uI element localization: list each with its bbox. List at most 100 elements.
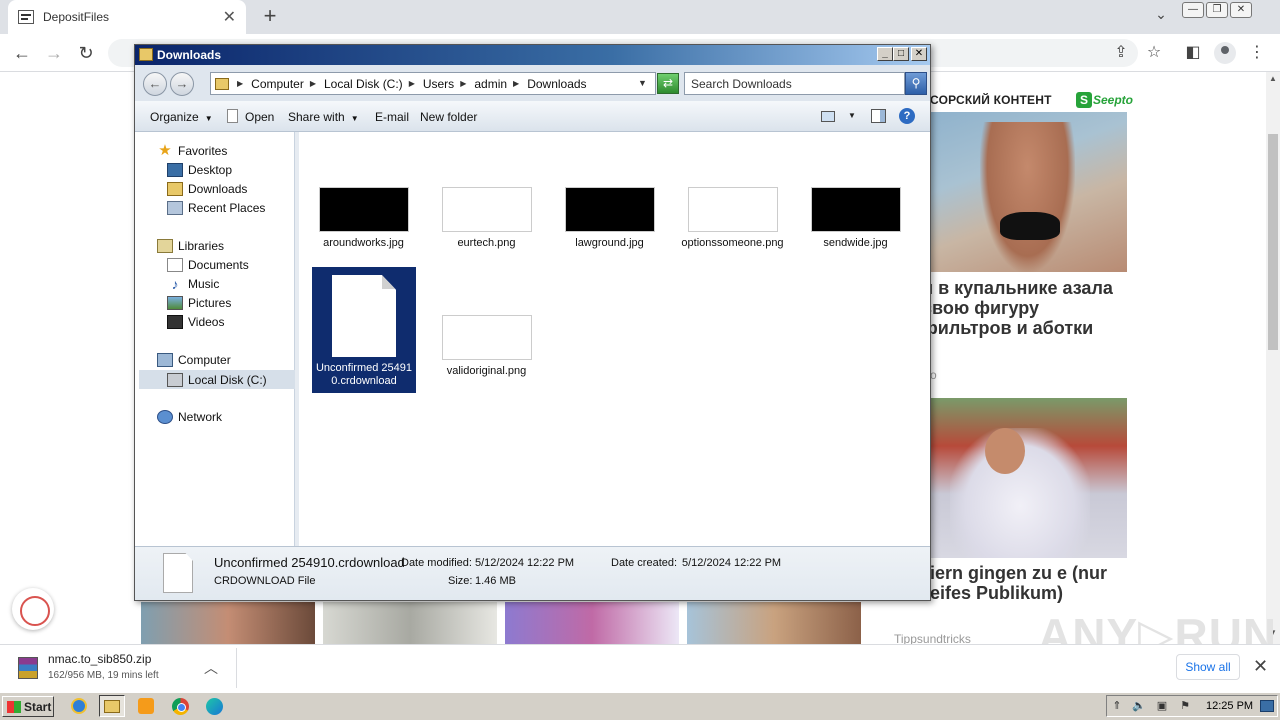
scrollbar-thumb[interactable] [1268, 134, 1278, 350]
scroll-up-icon[interactable]: ▲ [1266, 74, 1280, 86]
documents-icon [167, 258, 183, 272]
content-thumbnail[interactable] [687, 602, 861, 644]
ad-image-swimsuit[interactable] [930, 112, 1127, 272]
show-desktop-icon[interactable] [1260, 700, 1274, 712]
organize-button[interactable]: Organize ▼ [150, 110, 213, 124]
chrome-icon[interactable] [167, 695, 193, 717]
nav-recent-places[interactable]: Recent Places [167, 201, 265, 215]
content-thumbnail[interactable] [505, 602, 679, 644]
change-view-icon[interactable] [821, 111, 835, 122]
nav-favorites[interactable]: ★ Favorites [157, 143, 227, 158]
file-item[interactable]: eurtech.png [434, 187, 539, 250]
view-dropdown-arrow-icon[interactable]: ▼ [848, 111, 856, 120]
preview-pane-icon[interactable] [871, 109, 886, 123]
ad-headline-1[interactable]: и в купальнике азала свою фигуру фильтро… [922, 278, 1122, 338]
nav-videos[interactable]: Videos [167, 315, 224, 329]
download-filename[interactable]: nmac.to_sib850.zip [48, 652, 151, 666]
volume-icon[interactable]: 🔈 [1132, 700, 1146, 712]
explorer-minimize-button[interactable]: _ [877, 47, 893, 61]
new-tab-button[interactable]: + [258, 4, 282, 30]
forward-arrow-icon[interactable]: → [170, 72, 194, 96]
close-shelf-icon[interactable]: ✕ [1253, 656, 1268, 677]
network-tray-icon[interactable]: ▣ [1155, 700, 1169, 712]
file-item[interactable]: aroundworks.jpg [311, 187, 416, 250]
minimize-button[interactable]: — [1182, 2, 1204, 18]
back-arrow-icon[interactable]: ← [143, 72, 167, 96]
forward-icon[interactable]: → [42, 42, 66, 64]
chevron-right-icon[interactable]: ▶ [310, 79, 316, 88]
file-name: aroundworks.jpg [323, 237, 404, 249]
nav-desktop[interactable]: Desktop [167, 163, 232, 177]
explorer-titlebar[interactable] [135, 45, 930, 65]
breadcrumb-admin[interactable]: admin [474, 77, 507, 91]
breadcrumb-users[interactable]: Users [423, 77, 454, 91]
nav-documents[interactable]: Documents [167, 258, 249, 272]
folder-icon [215, 77, 229, 90]
sponsor-logo[interactable]: S Seepto [1076, 92, 1133, 108]
file-item[interactable]: lawground.jpg [557, 187, 662, 250]
nav-libraries[interactable]: Libraries [157, 239, 224, 253]
profile-avatar-icon[interactable] [1214, 42, 1236, 64]
cookie-settings-icon[interactable] [12, 588, 54, 630]
action-center-flag-icon[interactable]: ⚑ [1178, 700, 1192, 712]
bookmark-star-icon[interactable]: ☆ [1143, 42, 1165, 64]
reload-icon[interactable]: ↻ [74, 42, 98, 64]
details-size: 1.46 MB [475, 575, 516, 587]
nav-music[interactable]: ♪ Music [167, 277, 220, 291]
address-dropdown-icon[interactable]: ▼ [638, 78, 647, 88]
new-folder-button[interactable]: New folder [420, 110, 477, 124]
image-thumbnail [564, 187, 655, 232]
file-name: lawground.jpg [575, 237, 644, 249]
explorer-maximize-button[interactable]: □ [893, 47, 909, 61]
search-input[interactable]: Search Downloads [684, 72, 905, 95]
edge-icon[interactable] [201, 695, 227, 717]
help-icon[interactable]: ? [899, 108, 915, 124]
downloads-folder-icon [167, 182, 183, 196]
search-icon[interactable]: ⚲ [905, 72, 927, 95]
chevron-right-icon[interactable]: ▶ [513, 79, 519, 88]
content-thumbnail[interactable] [141, 602, 315, 644]
file-item-selected[interactable]: Unconfirmed 254910.crdownload [312, 267, 416, 393]
file-item[interactable]: validoriginal.png [434, 315, 539, 378]
nav-local-disk[interactable]: Local Disk (C:) [139, 370, 295, 389]
tab-search-chevron-icon[interactable]: ⌄ [1150, 6, 1172, 26]
close-window-button[interactable]: ✕ [1230, 2, 1252, 18]
clock[interactable]: 12:25 PM [1206, 700, 1253, 712]
side-panel-icon[interactable]: ◧ [1182, 42, 1204, 64]
chevron-right-icon[interactable]: ▶ [237, 79, 243, 88]
chevron-right-icon[interactable]: ▶ [409, 79, 415, 88]
content-thumbnail[interactable] [323, 602, 497, 644]
start-button[interactable]: Start [2, 696, 54, 717]
show-all-downloads-button[interactable]: Show all [1176, 654, 1240, 680]
media-player-icon[interactable] [133, 695, 159, 717]
file-item[interactable]: sendwide.jpg [803, 187, 908, 250]
open-button[interactable]: Open [245, 110, 274, 124]
ad-image-bride[interactable] [930, 398, 1127, 558]
share-with-button[interactable]: Share with ▼ [288, 110, 359, 124]
file-item[interactable]: optionssomeone.png [680, 187, 785, 250]
nav-pictures[interactable]: Pictures [167, 296, 231, 310]
breadcrumb-downloads[interactable]: Downloads [527, 77, 586, 91]
internet-explorer-icon[interactable] [66, 695, 92, 717]
explorer-taskbar-icon[interactable] [99, 695, 125, 717]
nav-computer[interactable]: Computer [157, 353, 231, 367]
breadcrumb-local-disk[interactable]: Local Disk (C:) [324, 77, 403, 91]
nav-network[interactable]: Network [157, 410, 222, 424]
tray-expand-icon[interactable]: ⇑ [1110, 700, 1124, 712]
nav-downloads[interactable]: Downloads [167, 182, 247, 196]
breadcrumb-computer[interactable]: Computer [251, 77, 304, 91]
nav-label: Desktop [188, 163, 233, 177]
browser-tab[interactable]: DepositFiles ✕ [8, 0, 246, 34]
download-menu-chevron-icon[interactable]: ︿ [204, 658, 218, 678]
blank-document-icon [332, 275, 396, 357]
back-icon[interactable]: ← [10, 42, 34, 64]
refresh-icon[interactable]: ⇄ [657, 73, 679, 94]
tab-close-icon[interactable]: ✕ [223, 7, 236, 27]
email-button[interactable]: E-mail [375, 110, 409, 124]
chevron-right-icon[interactable]: ▶ [460, 79, 466, 88]
restore-button[interactable]: ❐ [1206, 2, 1228, 18]
menu-kebab-icon[interactable]: ⋮ [1246, 42, 1268, 64]
share-icon[interactable]: ⇪ [1110, 42, 1132, 64]
breadcrumb[interactable]: ▶ Computer ▶ Local Disk (C:) ▶ Users ▶ a… [210, 72, 656, 95]
explorer-close-button[interactable]: ✕ [911, 47, 927, 61]
